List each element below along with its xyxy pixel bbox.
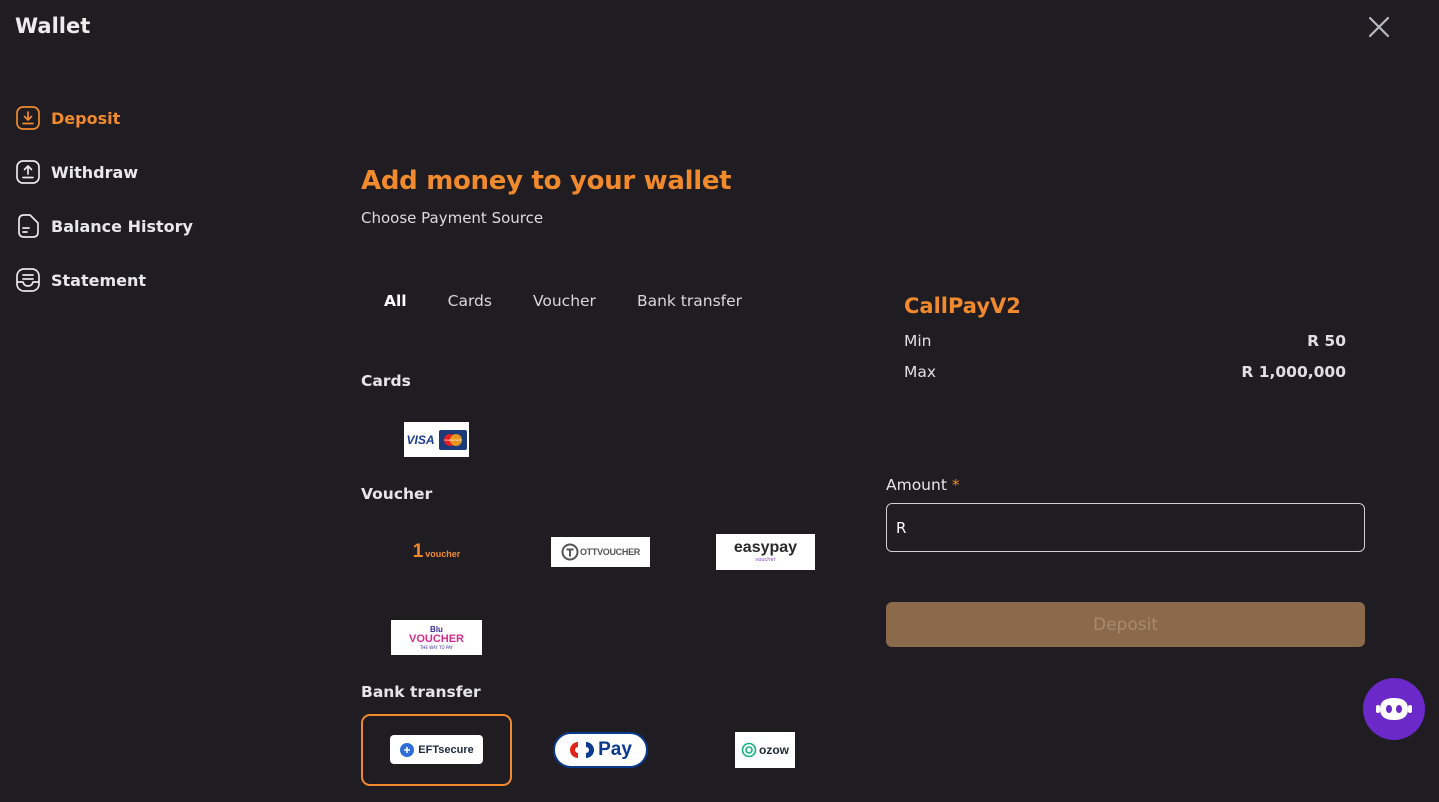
payment-method-visa-mastercard[interactable]: VISA mastercard — [404, 422, 469, 457]
amount-field[interactable]: R — [886, 503, 1365, 552]
capitec-icon — [570, 742, 595, 758]
page-title: Wallet — [15, 14, 91, 38]
payment-method-eftsecure[interactable]: EFTsecure — [390, 735, 483, 764]
sidebar-item-label: Balance History — [51, 216, 193, 236]
close-icon — [1368, 16, 1390, 38]
payment-filter-tabs: All Cards Voucher Bank transfer — [384, 292, 783, 310]
ozow-icon — [741, 742, 757, 758]
section-label-bank-transfer: Bank transfer — [361, 683, 481, 701]
eftsecure-logo: EFTsecure — [418, 743, 474, 756]
deposit-subheading: Choose Payment Source — [361, 209, 544, 227]
sidebar-item-label: Deposit — [51, 108, 121, 128]
deposit-icon — [15, 105, 41, 131]
min-limit-label: Min — [904, 332, 932, 350]
sidebar-item-statement[interactable]: Statement — [15, 266, 146, 294]
withdraw-icon — [15, 159, 41, 185]
blu-voucher-tag: THE WAY TO PAY — [419, 644, 453, 650]
deposit-heading: Add money to your wallet — [361, 166, 732, 196]
1voucher-logo: 1 voucher — [412, 541, 461, 562]
capitec-pay-logo: Pay — [598, 739, 632, 760]
payment-method-capitec-pay[interactable]: Pay — [553, 732, 648, 768]
close-button[interactable] — [1366, 14, 1392, 40]
currency-prefix: R — [896, 518, 907, 537]
easypay-logo: easypay — [733, 539, 798, 556]
payment-method-1voucher[interactable]: 1 voucher — [391, 533, 482, 571]
payment-method-easypay[interactable]: easypay voucher — [716, 534, 815, 570]
mastercard-logo: mastercard — [438, 429, 467, 450]
amount-label-text: Amount — [886, 476, 947, 494]
sidebar-item-label: Statement — [51, 270, 147, 290]
blu-voucher-logo: VOUCHER — [408, 632, 464, 645]
required-mark: * — [951, 476, 960, 494]
min-limit-value: R 50 — [1307, 332, 1346, 350]
tab-voucher[interactable]: Voucher — [533, 292, 596, 310]
amount-input[interactable] — [910, 518, 1351, 537]
max-limit-label: Max — [904, 363, 937, 381]
easypay-sub: voucher — [755, 557, 776, 563]
eftsecure-icon — [400, 742, 415, 757]
section-label-voucher: Voucher — [361, 485, 433, 503]
tab-all[interactable]: All — [384, 292, 407, 310]
sidebar-item-deposit[interactable]: Deposit — [15, 104, 120, 132]
sidebar-item-withdraw[interactable]: Withdraw — [15, 158, 138, 186]
payment-method-ott-voucher[interactable]: OTTVOUCHER — [551, 537, 650, 567]
sidebar-item-balance-history[interactable]: Balance History — [15, 212, 193, 240]
chat-support-button[interactable] — [1363, 678, 1425, 740]
ott-voucher-logo: OTTVOUCHER — [561, 543, 640, 561]
provider-name: CallPayV2 — [904, 294, 1021, 318]
payment-method-ozow[interactable]: ozow — [735, 732, 795, 768]
statement-icon — [15, 267, 41, 293]
sidebar-item-label: Withdraw — [51, 162, 139, 182]
payment-method-blu-voucher[interactable]: Blu VOUCHER THE WAY TO PAY — [391, 620, 482, 655]
chat-bot-icon — [1376, 698, 1412, 720]
ozow-logo: ozow — [759, 743, 789, 757]
deposit-button[interactable]: Deposit — [886, 602, 1365, 647]
document-icon — [15, 213, 41, 239]
tab-cards[interactable]: Cards — [448, 292, 492, 310]
min-limit-row: Min R 50 — [904, 332, 1346, 350]
max-limit-value: R 1,000,000 — [1241, 363, 1346, 381]
max-limit-row: Max R 1,000,000 — [904, 363, 1346, 381]
visa-logo: VISA — [406, 432, 435, 447]
tab-bank-transfer[interactable]: Bank transfer — [637, 292, 742, 310]
section-label-cards: Cards — [361, 372, 411, 390]
amount-label: Amount * — [886, 476, 960, 494]
